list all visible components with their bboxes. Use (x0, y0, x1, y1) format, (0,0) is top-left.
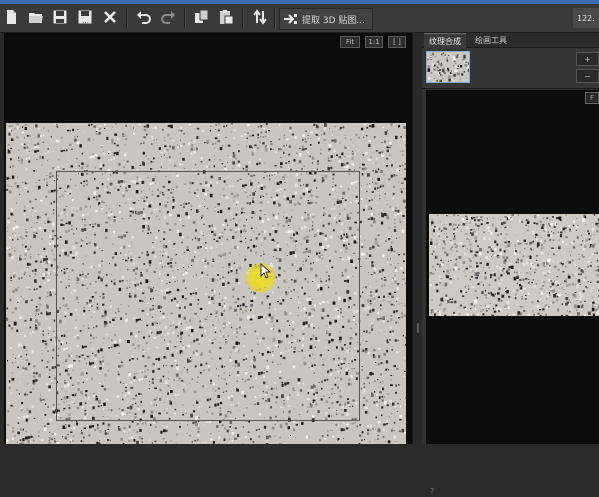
add-source-button[interactable]: + (576, 52, 599, 66)
toolbar-divider (126, 8, 128, 28)
source-thumbnail[interactable] (426, 51, 470, 83)
extract-3d-maps-button[interactable]: 提取 3D 贴图... (279, 8, 373, 30)
mouse-pointer-icon (260, 263, 272, 279)
swap-icon[interactable] (250, 7, 270, 27)
synthesis-preview[interactable]: F ? (426, 90, 599, 444)
remove-source-button[interactable]: − (576, 69, 599, 83)
redo-icon[interactable] (158, 7, 178, 27)
tab-painting-tools[interactable]: 绘画工具 (470, 33, 512, 47)
toolbar-divider (274, 8, 276, 28)
undo-icon[interactable] (134, 7, 154, 27)
texture-canvas[interactable] (6, 123, 406, 444)
fit-button[interactable]: Fit (340, 36, 360, 48)
source-thumbnails: + − (422, 48, 599, 89)
panel-tabs: 纹理合成 绘画工具 (422, 33, 599, 48)
extract-arrow-icon (280, 11, 302, 27)
extract-3d-maps-label: 提取 3D 贴图... (302, 13, 365, 26)
toolbar-divider (242, 8, 244, 28)
selection-rectangle[interactable] (56, 171, 360, 421)
save-icon[interactable] (50, 7, 70, 27)
fullscreen-button[interactable]: [ ] (388, 36, 406, 48)
tab-texture-synthesis[interactable]: 纹理合成 (424, 33, 466, 48)
main-toolbar: … 提取 3D 贴图... 122. (0, 4, 599, 33)
svg-text:…: … (82, 17, 89, 25)
toolbar-divider (184, 8, 186, 28)
texture-viewport[interactable]: Fit 1:1 [ ] (4, 33, 412, 444)
help-icon[interactable]: ? (430, 487, 440, 497)
one-to-one-button[interactable]: 1:1 (365, 36, 383, 48)
splitter-grip[interactable] (417, 323, 419, 333)
close-x-icon[interactable] (100, 7, 120, 27)
right-panel: 纹理合成 绘画工具 + − F ? (422, 33, 599, 444)
preview-fit-button[interactable]: F (585, 92, 599, 104)
copy-icon[interactable] (192, 7, 212, 27)
thumbnail-image (427, 52, 469, 82)
save-as-icon[interactable]: … (75, 7, 95, 27)
paste-icon[interactable] (216, 7, 236, 27)
new-file-icon[interactable] (1, 7, 21, 27)
open-folder-icon[interactable] (26, 7, 46, 27)
zoom-readout: 122. (573, 8, 599, 28)
preview-texture-image (429, 214, 599, 316)
